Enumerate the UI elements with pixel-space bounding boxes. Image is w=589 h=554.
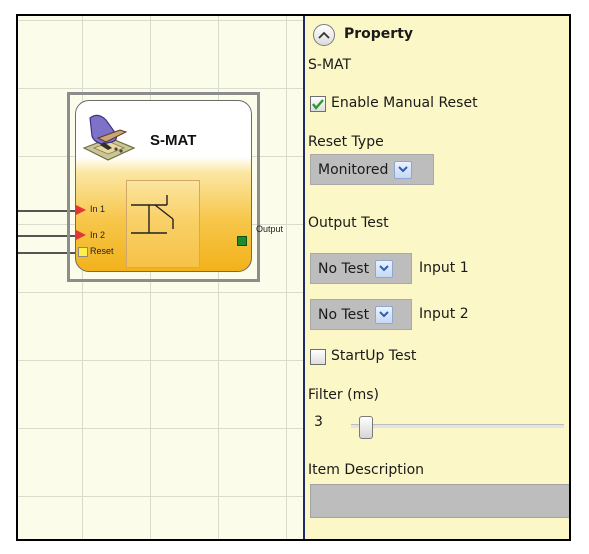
startup-test-checkbox[interactable] <box>310 349 326 365</box>
output-test-label: Output Test <box>308 215 389 231</box>
output-test-input2-value: No Test <box>318 306 370 323</box>
collapse-button[interactable] <box>313 24 335 46</box>
filter-label: Filter (ms) <box>308 387 379 403</box>
startup-test-label: StartUp Test <box>331 348 417 364</box>
panel-title: Property <box>344 26 414 42</box>
enable-manual-reset-label: Enable Manual Reset <box>331 95 478 111</box>
chevron-down-icon <box>375 305 394 324</box>
switch-contact-icon <box>126 180 200 268</box>
input-label-2: In 2 <box>90 230 106 240</box>
chevron-down-icon <box>375 259 394 278</box>
output-test-input1-label: Input 1 <box>419 260 469 276</box>
component-name: S-MAT <box>308 57 352 73</box>
output-test-input1-select[interactable]: No Test <box>310 253 412 284</box>
input-label-1: In 1 <box>90 204 106 214</box>
item-description-label: Item Description <box>308 462 425 478</box>
reset-type-label: Reset Type <box>308 134 384 150</box>
design-canvas[interactable]: S-MAT In 1 In 2 Reset Output <box>18 16 303 539</box>
filter-slider-thumb[interactable] <box>359 416 373 439</box>
filter-value: 3 <box>314 414 323 430</box>
property-panel: Property S-MAT Enable Manual Reset Reset… <box>305 16 569 539</box>
collapse-up-icon <box>318 31 330 39</box>
main-frame: S-MAT In 1 In 2 Reset Output Property S-… <box>16 14 571 541</box>
chevron-down-icon <box>394 160 413 179</box>
output-test-input2-label: Input 2 <box>419 306 469 322</box>
input-pin-2[interactable] <box>76 230 86 240</box>
reset-hand-icon <box>76 108 142 168</box>
reset-type-select[interactable]: Monitored <box>310 154 434 185</box>
reset-label: Reset <box>90 246 114 256</box>
reset-type-value: Monitored <box>318 161 389 178</box>
filter-slider-track[interactable] <box>351 424 564 428</box>
output-label: Output <box>256 224 284 234</box>
input-pin-1[interactable] <box>76 205 86 215</box>
block-title: S-MAT <box>150 132 197 149</box>
item-description-field[interactable] <box>310 484 569 518</box>
enable-manual-reset-checkbox[interactable] <box>310 96 326 112</box>
output-pin[interactable] <box>237 236 247 246</box>
output-test-input1-value: No Test <box>318 260 370 277</box>
reset-pin[interactable] <box>78 247 88 257</box>
output-test-input2-select[interactable]: No Test <box>310 299 412 330</box>
checkmark-icon <box>312 99 324 110</box>
